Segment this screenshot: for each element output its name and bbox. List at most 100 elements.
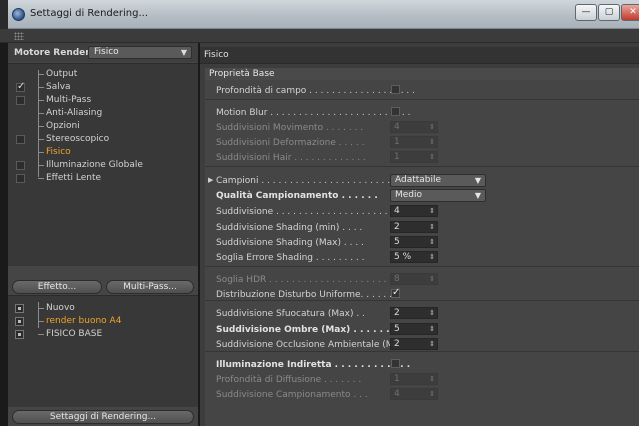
property-label: Suddivisione Campionamento . . . — [216, 390, 368, 400]
grip-icon[interactable] — [14, 32, 24, 40]
close-button[interactable]: ✕ — [621, 4, 639, 21]
number-field[interactable]: 4 ⇕ — [390, 121, 438, 133]
number-value: 8 — [394, 274, 400, 284]
enable-checkbox[interactable] — [16, 174, 25, 183]
tree-item[interactable]: Anti-Aliasing — [8, 107, 198, 120]
enable-checkbox[interactable] — [16, 135, 25, 144]
enable-checkbox[interactable] — [16, 161, 25, 170]
spinner-icon[interactable]: ⇕ — [429, 152, 435, 162]
number-field[interactable]: 1 ⇕ — [390, 136, 438, 148]
properties: Profondità di campo . . . . . . . . . . … — [205, 80, 639, 426]
right-panel: Fisico Proprietà Base Profondità di camp… — [200, 43, 639, 426]
property-label: Suddivisioni Hair . . . . . . . . . . . … — [216, 153, 366, 163]
property-row: Suddivisioni Movimento . . . . . . . 4 ⇕ — [205, 120, 639, 135]
number-value: 4 — [394, 206, 400, 216]
tree-item[interactable]: Output — [8, 68, 198, 81]
spinner-icon[interactable]: ⇕ — [429, 252, 435, 262]
tree-item[interactable]: Fisico — [8, 146, 198, 159]
number-field[interactable]: 2 ⇕ — [390, 338, 438, 350]
dropdown-value: Adattabile — [395, 175, 442, 185]
spinner-icon[interactable]: ⇕ — [429, 222, 435, 232]
property-dropdown[interactable]: Adattabile ▼ — [390, 174, 486, 187]
preset-icon — [15, 330, 24, 339]
tree-item[interactable]: Opzioni — [8, 120, 198, 133]
effect-button[interactable]: Effetto... — [12, 280, 102, 294]
group-title: Proprietà Base — [209, 69, 275, 79]
number-value: 4 — [394, 389, 400, 399]
tree-item[interactable]: Stereoscopico — [8, 133, 198, 146]
tree-item[interactable]: Illuminazione Globale — [8, 159, 198, 172]
enable-checkbox[interactable] — [16, 96, 25, 105]
number-field[interactable]: 5 ⇕ — [390, 236, 438, 248]
property-checkbox[interactable] — [391, 107, 400, 116]
property-label: Suddivisione Occlusione Ambientale (Max) — [216, 340, 408, 350]
engine-label: Motore Render — [14, 48, 90, 58]
number-field[interactable]: 1 ⇕ — [390, 151, 438, 163]
number-field[interactable]: 5 % ⇕ — [390, 251, 438, 263]
spinner-icon[interactable]: ⇕ — [429, 339, 435, 349]
number-field[interactable]: 2 ⇕ — [390, 307, 438, 319]
tree-branch — [38, 165, 44, 166]
tree-item[interactable]: Multi-Pass — [8, 94, 198, 107]
engine-row: Motore Render Fisico ▼ — [8, 43, 198, 62]
property-row: Illuminazione Indiretta . . . . . . . . … — [205, 357, 639, 372]
property-row: Suddivisioni Deformazione . . . . . 1 ⇕ — [205, 135, 639, 150]
preset-item[interactable]: Nuovo — [8, 302, 198, 315]
minimize-button[interactable]: — — [575, 4, 597, 21]
number-field[interactable]: 4 ⇕ — [390, 205, 438, 217]
tree-item-label: Stereoscopico — [46, 134, 110, 144]
property-dropdown[interactable]: Medio ▼ — [390, 189, 486, 202]
number-field[interactable]: 2 ⇕ — [390, 221, 438, 233]
tree-item[interactable]: Effetti Lente — [8, 172, 198, 185]
maximize-button[interactable]: ▢ — [598, 4, 620, 21]
enable-checkbox[interactable] — [16, 81, 25, 92]
group-header[interactable]: Proprietà Base — [205, 68, 639, 80]
preset-item[interactable]: render buono A4 — [8, 315, 198, 328]
chevron-down-icon: ▼ — [474, 176, 481, 185]
spinner-icon[interactable]: ⇕ — [429, 274, 435, 284]
number-field[interactable]: 4 ⇕ — [390, 388, 438, 400]
number-field[interactable]: 8 ⇕ — [390, 273, 438, 285]
render-settings-button[interactable]: Settaggi di Rendering... — [12, 410, 194, 424]
engine-value: Fisico — [94, 47, 119, 57]
spinner-icon[interactable]: ⇕ — [429, 374, 435, 384]
property-label: Suddivisione Ombre (Max) . . . . . . — [216, 325, 390, 335]
spinner-icon[interactable]: ⇕ — [429, 389, 435, 399]
spinner-icon[interactable]: ⇕ — [429, 122, 435, 132]
spinner-icon[interactable]: ⇕ — [429, 206, 435, 216]
spinner-icon[interactable]: ⇕ — [429, 237, 435, 247]
number-field[interactable]: 5 ⇕ — [390, 323, 438, 335]
number-field[interactable]: 1 ⇕ — [390, 373, 438, 385]
tree-item-label: Multi-Pass — [46, 95, 92, 105]
title-bar: Settaggi di Rendering... — ▢ ✕ — [0, 0, 639, 29]
multipass-button[interactable]: Multi-Pass... — [106, 280, 194, 294]
number-value: 5 — [394, 324, 400, 334]
property-row: Suddivisione Sfuocatura (Max) . . 2 ⇕ — [205, 306, 639, 321]
tree-branch — [38, 152, 44, 153]
property-label: Qualità Campionamento . . . . . . — [216, 191, 378, 201]
chevron-down-icon: ▼ — [474, 191, 481, 200]
spinner-icon[interactable]: ⇕ — [429, 137, 435, 147]
preset-label: render buono A4 — [46, 316, 122, 326]
tree-item[interactable]: Salva — [8, 81, 198, 94]
number-value: 5 — [394, 237, 400, 247]
tree-branch — [38, 100, 44, 101]
property-label: Profondità di campo . . . . . . . . . . … — [216, 86, 416, 96]
engine-dropdown[interactable]: Fisico ▼ — [88, 46, 192, 59]
panel-header: Fisico — [200, 47, 639, 64]
presets-list: Nuovo render buono A4 FISICO BASE — [8, 295, 198, 407]
preset-icon — [15, 304, 24, 313]
preset-label: Nuovo — [46, 303, 75, 313]
preset-item[interactable]: FISICO BASE — [8, 328, 198, 341]
property-checkbox[interactable] — [391, 359, 400, 368]
property-checkbox[interactable] — [391, 85, 400, 94]
expand-triangle-icon[interactable]: ▶ — [208, 176, 213, 184]
property-checkbox[interactable] — [391, 287, 400, 298]
spinner-icon[interactable]: ⇕ — [429, 324, 435, 334]
property-row: Suddivisione Campionamento . . . 4 ⇕ — [205, 387, 639, 402]
number-value: 1 — [394, 152, 400, 162]
property-row: Distribuzione Disturbo Uniforme. . . . .… — [205, 287, 639, 302]
property-row: Soglia Errore Shading . . . . . . . . . 5… — [205, 250, 639, 265]
spinner-icon[interactable]: ⇕ — [429, 308, 435, 318]
number-value: 5 % — [394, 252, 412, 262]
